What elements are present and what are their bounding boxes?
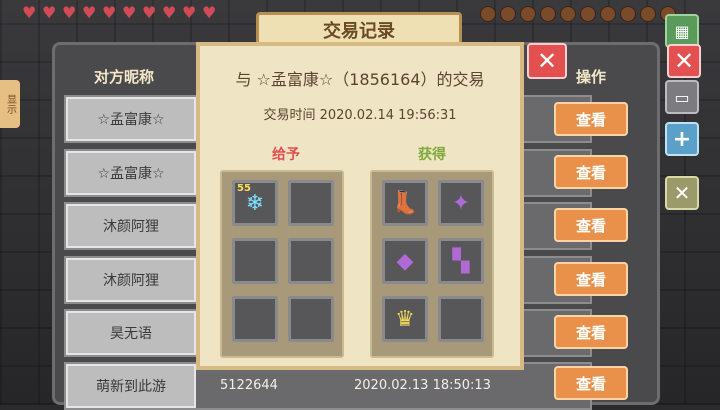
heart-icon: ♥ (182, 3, 197, 22)
item-slot[interactable]: 👢 (382, 180, 428, 226)
partner-name: ☆孟富康☆ (66, 151, 196, 195)
heart-icon: ♥ (162, 3, 177, 22)
heart-icon: ♥ (82, 3, 97, 22)
shop-icon[interactable]: ▦ (665, 14, 699, 48)
column-header-name: 对方昵称 (94, 68, 155, 86)
view-button[interactable]: 查看 (554, 315, 628, 349)
partner-name: ☆孟富康☆ (66, 97, 196, 141)
hunger-icon (540, 6, 556, 22)
item-slot[interactable]: ▚ (438, 238, 484, 284)
partner-name: 沐颜阿狸 (66, 204, 196, 248)
crown-icon: ♛ (395, 306, 415, 332)
add-icon[interactable]: + (665, 122, 699, 156)
item-slot[interactable]: 55 ❄ (232, 180, 278, 226)
hunger-icon (500, 6, 516, 22)
hunger-icon (640, 6, 656, 22)
show-tab[interactable]: 显示 (0, 80, 20, 128)
crystal-icon: ❄ (245, 190, 265, 216)
hunger-icon (600, 6, 616, 22)
partner-id: 5122644 (220, 378, 278, 393)
scroll-icon: ✦ (451, 190, 471, 216)
item-slot[interactable] (232, 238, 278, 284)
chat-icon[interactable]: ▭ (665, 80, 699, 114)
boots-icon: 👢 (391, 190, 419, 216)
heart-icon: ♥ (22, 3, 37, 22)
hunger-icon (520, 6, 536, 22)
heart-icon: ♥ (102, 3, 117, 22)
chestplate-icon: ◆ (396, 248, 414, 274)
hunger-icon (560, 6, 576, 22)
partner-name: 昊无语 (66, 311, 196, 355)
item-slot[interactable] (438, 296, 484, 342)
give-item-grid: 55 ❄ (220, 170, 344, 358)
hunger-bar (480, 6, 676, 22)
item-slot[interactable]: ♛ (382, 296, 428, 342)
view-button[interactable]: 查看 (554, 262, 628, 296)
swords-icon[interactable]: ✕ (665, 176, 699, 210)
close-dialog-button[interactable]: ✕ (527, 43, 567, 79)
trade-timestamp: 交易时间 2020.02.14 19:56:31 (263, 108, 457, 123)
health-bar: ♥ ♥ ♥ ♥ ♥ ♥ ♥ ♥ ♥ ♥ (22, 3, 218, 22)
hunger-icon (620, 6, 636, 22)
partner-name: 萌新到此游 (66, 364, 196, 408)
close-panel-button[interactable]: ✕ (667, 44, 701, 78)
column-header-action: 操作 (576, 68, 607, 86)
partner-name: 沐颜阿狸 (66, 258, 196, 302)
get-label: 获得 (418, 147, 446, 163)
leggings-icon: ▚ (452, 248, 470, 274)
item-slot[interactable] (288, 238, 334, 284)
item-slot[interactable]: ◆ (382, 238, 428, 284)
trade-detail-dialog: 与 ☆孟富康☆（1856164）的交易 交易时间 2020.02.14 19:5… (196, 42, 524, 370)
view-button[interactable]: 查看 (554, 366, 628, 400)
item-slot[interactable] (288, 180, 334, 226)
item-count: 55 (237, 183, 251, 194)
view-button[interactable]: 查看 (554, 208, 628, 242)
view-button[interactable]: 查看 (554, 155, 628, 189)
dialog-title: 与 ☆孟富康☆（1856164）的交易 (235, 70, 485, 89)
hunger-icon (580, 6, 596, 22)
item-slot[interactable]: ✦ (438, 180, 484, 226)
item-slot[interactable] (232, 296, 278, 342)
heart-icon: ♥ (202, 3, 217, 22)
get-item-grid: 👢 ✦ ◆ ▚ ♛ (370, 170, 494, 358)
hunger-icon (480, 6, 496, 22)
item-slot[interactable] (288, 296, 334, 342)
heart-icon: ♥ (62, 3, 77, 22)
heart-icon: ♥ (42, 3, 57, 22)
heart-icon: ♥ (122, 3, 137, 22)
view-button[interactable]: 查看 (554, 102, 628, 136)
trade-time: 2020.02.13 18:50:13 (354, 378, 491, 393)
give-label: 给予 (272, 147, 300, 163)
heart-icon: ♥ (142, 3, 157, 22)
